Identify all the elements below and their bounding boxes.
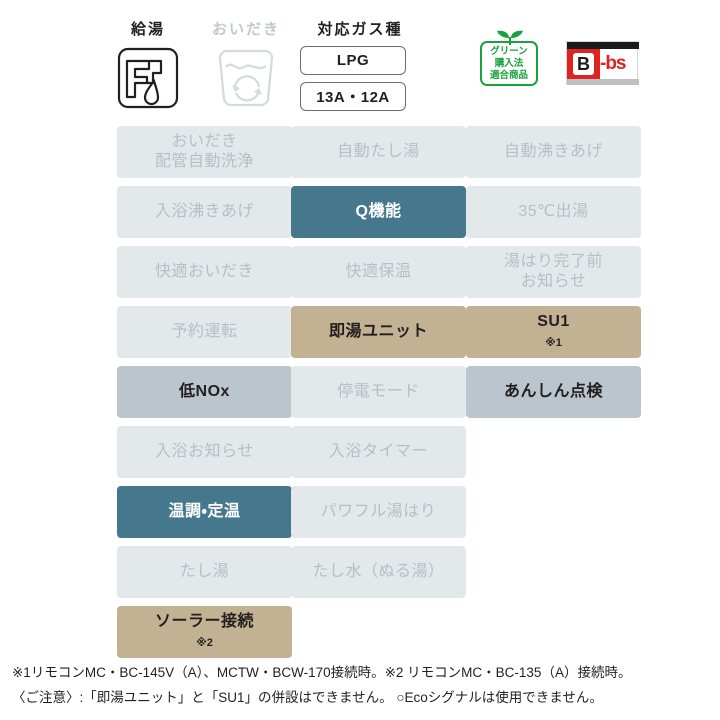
footnote-line-1: ※1リモコンMC・BC-145V（A）、MCTW・BCW-170接続時。※2 リ… bbox=[12, 665, 632, 680]
feature-cell: 自動たし湯 bbox=[291, 126, 466, 178]
faucet-water-icon bbox=[117, 47, 179, 109]
green-purchasing-law-badge: グリーン 購入法 適合商品 bbox=[480, 30, 542, 86]
green-badge-line-1: グリーン bbox=[490, 45, 528, 57]
feature-cell-label: 入浴お知らせ bbox=[155, 443, 254, 460]
feature-cell: たし湯 bbox=[117, 546, 292, 598]
feature-cell: 快適おいだき bbox=[117, 246, 292, 298]
feature-cell: Q機能 bbox=[291, 186, 466, 238]
feature-cell: パワフル湯はり bbox=[291, 486, 466, 538]
feature-cell-label: 温調・定温 bbox=[168, 503, 241, 520]
header-bar: 給湯 おいだき 対応ガス種 LPG 13A・12A グリーン 購入法 適合商品 … bbox=[0, 0, 720, 122]
feature-cell-label: 35℃出湯 bbox=[518, 203, 589, 220]
feature-cell-label: 湯はり完了前 お知らせ bbox=[503, 253, 603, 290]
bbs-bottom-bar bbox=[567, 79, 639, 85]
feature-cell: 予約運転 bbox=[117, 306, 292, 358]
feature-cell-label: 快適保温 bbox=[345, 263, 412, 280]
feature-cell-label: パワフル湯はり bbox=[320, 503, 437, 520]
feature-cell: 温調・定温 bbox=[117, 486, 292, 538]
bbs-top-bar bbox=[567, 42, 639, 49]
feature-cell: SU1 ※1 bbox=[466, 306, 641, 358]
feature-cell-label: あんしん点検 bbox=[503, 383, 603, 400]
feature-cell: あんしん点検 bbox=[466, 366, 641, 418]
feature-cell: たし水（ぬる湯） bbox=[291, 546, 466, 598]
green-badge-line-2: 購入法 bbox=[494, 57, 524, 69]
feature-cell-label: 快適おいだき bbox=[154, 263, 254, 280]
feature-cell: 入浴沸きあげ bbox=[117, 186, 292, 238]
feature-cell-label: 停電モード bbox=[337, 383, 420, 400]
feature-cell-label: ソーラー接続 bbox=[154, 612, 254, 630]
gas-option-lpg: LPG bbox=[300, 46, 406, 75]
bbs-text: -bs bbox=[600, 53, 626, 74]
feature-cell-note: ※2 bbox=[196, 636, 213, 649]
feature-cell: おいだき 配管自動洗浄 bbox=[117, 126, 292, 178]
header-gas-type-group: 対応ガス種 LPG 13A・12A bbox=[300, 18, 420, 111]
feature-cell: 入浴お知らせ bbox=[117, 426, 292, 478]
feature-cell-label-line2: 配管自動洗浄 bbox=[154, 153, 254, 170]
feature-cell-label: 予約運転 bbox=[171, 323, 238, 340]
green-badge-line-3: 適合商品 bbox=[489, 69, 528, 81]
feature-cell-label-line2: お知らせ bbox=[520, 273, 587, 290]
b-bs-badge: B -bs bbox=[566, 41, 639, 85]
footnote-line-2: 〈ご注意〉:「即湯ユニット」と「SU1」の併設はできません。 ○Ecoシグナルは… bbox=[12, 690, 603, 705]
feature-cell-label: Q機能 bbox=[355, 203, 402, 220]
reheat-label: おいだき bbox=[211, 21, 280, 38]
feature-cell: 低NOx bbox=[117, 366, 292, 418]
bbs-b-mark: B bbox=[573, 53, 594, 75]
gas-type-label: 対応ガス種 bbox=[317, 21, 403, 38]
hot-water-label: 給湯 bbox=[130, 21, 165, 38]
header-reheat-group: おいだき bbox=[198, 18, 294, 109]
feature-cell: 即湯ユニット bbox=[291, 306, 466, 358]
feature-cell: 湯はり完了前 お知らせ bbox=[466, 246, 641, 298]
feature-cell: 入浴タイマー bbox=[291, 426, 466, 478]
feature-cell-label: たし湯 bbox=[179, 563, 230, 580]
footnotes: ※1リモコンMC・BC-145V（A）、MCTW・BCW-170接続時。※2 リ… bbox=[12, 660, 712, 710]
header-hot-water-group: 給湯 bbox=[108, 18, 188, 109]
feature-cell-label: 入浴沸きあげ bbox=[154, 203, 254, 220]
feature-cell: ソーラー接続 ※2 bbox=[117, 606, 292, 658]
feature-cell-label: SU1 bbox=[537, 312, 570, 330]
feature-cell-label: 低NOx bbox=[179, 383, 230, 400]
gas-option-13a12a: 13A・12A bbox=[300, 82, 406, 111]
bathtub-reheat-icon bbox=[215, 47, 277, 109]
feature-cell: 停電モード bbox=[291, 366, 466, 418]
green-badge-frame: グリーン 購入法 適合商品 bbox=[480, 41, 538, 86]
feature-cell-label: たし水（ぬる湯） bbox=[312, 563, 445, 580]
feature-cell-label: 入浴タイマー bbox=[328, 443, 428, 460]
feature-cell: 35℃出湯 bbox=[466, 186, 641, 238]
feature-cell-label: 自動たし湯 bbox=[337, 143, 420, 160]
feature-cell: 自動沸きあげ bbox=[466, 126, 641, 178]
feature-cell: 快適保温 bbox=[291, 246, 466, 298]
feature-cell-label: おいだき 配管自動洗浄 bbox=[154, 133, 254, 170]
feature-cell-note: ※1 bbox=[545, 336, 562, 349]
feature-cell-label: 即湯ユニット bbox=[328, 323, 428, 340]
feature-cell-label: 自動沸きあげ bbox=[503, 143, 603, 160]
